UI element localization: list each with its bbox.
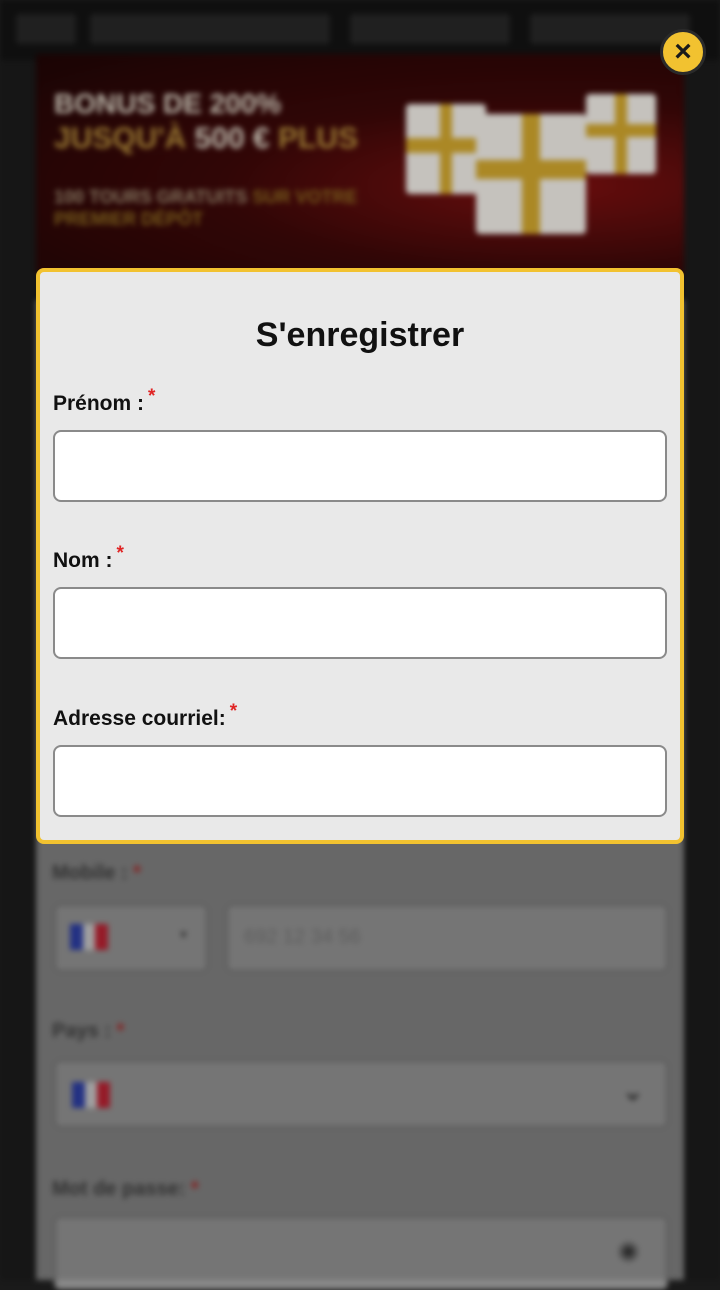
close-icon: ×	[674, 35, 692, 68]
required-mark: *	[116, 543, 124, 564]
last-name-label-text: Nom :	[53, 549, 113, 572]
email-label-text: Adresse courriel:	[53, 707, 226, 730]
required-mark: *	[148, 386, 156, 407]
email-input[interactable]	[53, 745, 667, 817]
last-name-label: Nom : *	[53, 543, 124, 573]
last-name-input[interactable]	[53, 587, 667, 659]
close-button[interactable]: ×	[660, 29, 706, 75]
first-name-label-text: Prénom :	[53, 392, 145, 415]
registration-form-panel: S'enregistrer Prénom : * Nom : * Adresse c…	[36, 268, 684, 844]
form-title: S'enregistrer	[255, 316, 465, 354]
email-label: Adresse courriel: *	[53, 701, 237, 731]
first-name-label: Prénom : *	[53, 386, 155, 416]
required-mark: *	[229, 701, 238, 722]
first-name-input[interactable]	[53, 430, 667, 502]
